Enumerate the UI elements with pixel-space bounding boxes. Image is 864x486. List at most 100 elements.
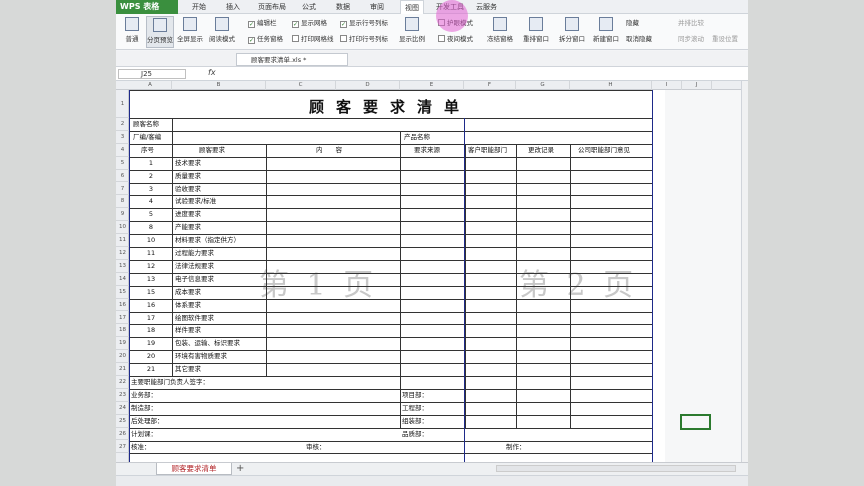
grid-line (129, 182, 652, 184)
col-D[interactable]: D (336, 81, 400, 90)
item-number: 16 (146, 300, 156, 309)
rearrange-button[interactable]: 重排窗口 (522, 16, 550, 48)
item-requirement: 电子信息要求 (175, 274, 214, 283)
split-window-button[interactable]: 拆分窗口 (558, 16, 586, 48)
tab-view[interactable]: 视图 (400, 0, 424, 14)
col-C[interactable]: C (266, 81, 336, 90)
check-formula-bar[interactable]: ✓ 编辑栏 (248, 18, 277, 29)
row-header[interactable]: 15 (116, 286, 129, 299)
tab-data[interactable]: 数据 (336, 0, 350, 14)
reading-mode-button[interactable]: 阅读模式 (208, 16, 236, 48)
row-header[interactable]: 13 (116, 260, 129, 273)
item-number: 2 (148, 171, 154, 180)
sheet-tab[interactable]: 顾客要求清单 (156, 463, 232, 475)
checkbox-icon: ✓ (248, 21, 255, 28)
new-window-button[interactable]: 新建窗口 (592, 16, 620, 48)
row-header[interactable]: 26 (116, 428, 129, 441)
fx-icon[interactable]: fx (208, 68, 216, 77)
wps-logo[interactable]: WPS 表格 (116, 0, 178, 14)
hide-window[interactable]: 隐藏 (626, 18, 639, 29)
row-header[interactable]: 25 (116, 415, 129, 428)
sync-scroll[interactable]: 同步滚动 (678, 34, 704, 45)
item-requirement: 其它要求 (175, 365, 201, 374)
col-J[interactable]: J (682, 81, 712, 90)
col-B[interactable]: B (172, 81, 266, 90)
ribbon: 普通 分页预览 全屏显示 阅读模式 ✓ 编辑栏 ✓ 任务窗格 ✓ 显示网格 打印网格线… (116, 14, 748, 50)
col-I[interactable]: I (652, 81, 682, 90)
row-header[interactable]: 16 (116, 299, 129, 312)
compare-side-by-side[interactable]: 并排比较 (678, 18, 704, 29)
check-night-mode[interactable]: 夜间模式 (438, 34, 473, 45)
formula-bar: J25 fx (116, 67, 748, 81)
row-header[interactable]: 21 (116, 363, 129, 376)
check-show-grid[interactable]: ✓ 显示网格 (292, 18, 327, 29)
page-break-preview-button[interactable]: 分页预览 (146, 16, 174, 48)
row-header[interactable]: 27 (116, 441, 129, 454)
add-sheet-icon[interactable]: + (236, 463, 244, 474)
cursor-highlight (436, 0, 468, 32)
col-H[interactable]: H (570, 81, 652, 90)
row-header[interactable]: 10 (116, 221, 129, 235)
row-header[interactable]: 18 (116, 324, 129, 338)
row-header[interactable]: 17 (116, 312, 129, 325)
tab-cloud[interactable]: 云服务 (476, 0, 497, 14)
document-tab[interactable]: 顾客要求清单.xls * (236, 53, 348, 66)
requirement-header: 顾客要求 (199, 145, 225, 154)
checkbox-icon (340, 35, 347, 42)
row-header[interactable]: 7 (116, 183, 129, 196)
col-E[interactable]: E (400, 81, 464, 90)
freeze-panes-button[interactable]: 冻结窗格 (486, 16, 514, 48)
item-requirement: 材料要求（指定供方） (175, 236, 240, 245)
grid-line (129, 285, 652, 287)
tab-review[interactable]: 审阅 (370, 0, 384, 14)
item-requirement: 质量要求 (175, 171, 201, 180)
col-A[interactable]: A (129, 81, 172, 90)
freeze-icon (493, 17, 507, 31)
tab-home[interactable]: 开始 (192, 0, 206, 14)
row-header[interactable]: 24 (116, 402, 129, 415)
cancel-hide[interactable]: 取消隐藏 (626, 34, 652, 45)
tab-formula[interactable]: 公式 (302, 0, 316, 14)
tab-insert[interactable]: 插入 (226, 0, 240, 14)
grid-line (129, 401, 652, 403)
row-header[interactable]: 2 (116, 118, 129, 131)
fullscreen-button[interactable]: 全屏显示 (176, 16, 204, 48)
row-header[interactable]: 23 (116, 389, 129, 402)
row-header[interactable]: 22 (116, 376, 129, 389)
row-header[interactable]: 14 (116, 273, 129, 286)
row-header[interactable]: 20 (116, 350, 129, 364)
col-G[interactable]: G (516, 81, 570, 90)
tab-page-layout[interactable]: 页面布局 (258, 0, 286, 14)
row-header[interactable]: 3 (116, 131, 129, 144)
row-header[interactable]: 19 (116, 337, 129, 351)
grid-line (129, 298, 652, 300)
grid-line (129, 272, 652, 274)
normal-view-icon (125, 17, 139, 31)
check-print-grid[interactable]: 打印网格线 (292, 34, 334, 45)
worksheet[interactable]: 第 1 页 第 2 页 顾客要求清单 顾客名称 厂编/客编 产品名称 序号 顾客要求 内 … (129, 90, 748, 462)
normal-view-button[interactable]: 普通 (118, 16, 146, 48)
column-headers: A B C D E F G H I J (116, 81, 748, 90)
row-header[interactable]: 5 (116, 157, 129, 170)
reset-position[interactable]: 重设位置 (712, 34, 738, 45)
check-show-headers[interactable]: ✓ 显示行号列标 (340, 18, 388, 29)
col-F[interactable]: F (464, 81, 516, 90)
item-requirement: 技术要求 (175, 158, 201, 167)
name-box[interactable]: J25 (118, 69, 186, 79)
check-print-headers[interactable]: 打印行号列标 (340, 34, 388, 45)
zoom-button[interactable]: 显示比例 (398, 16, 426, 48)
row-header[interactable]: 9 (116, 208, 129, 222)
vertical-scrollbar[interactable] (741, 81, 748, 463)
factory-code-label: 厂编/客编 (133, 132, 162, 141)
horizontal-scrollbar[interactable] (496, 465, 736, 472)
row-header[interactable]: 4 (116, 144, 129, 157)
row-header[interactable]: 11 (116, 234, 129, 247)
selected-cell[interactable] (680, 414, 711, 430)
magnifier-icon (405, 17, 419, 31)
check-task-pane[interactable]: ✓ 任务窗格 (248, 34, 283, 45)
row-header[interactable]: 12 (116, 247, 129, 260)
row-header[interactable]: 1 (116, 90, 129, 118)
row-header[interactable]: 8 (116, 195, 129, 209)
row-header[interactable]: 6 (116, 170, 129, 183)
grid-line (129, 247, 652, 248)
